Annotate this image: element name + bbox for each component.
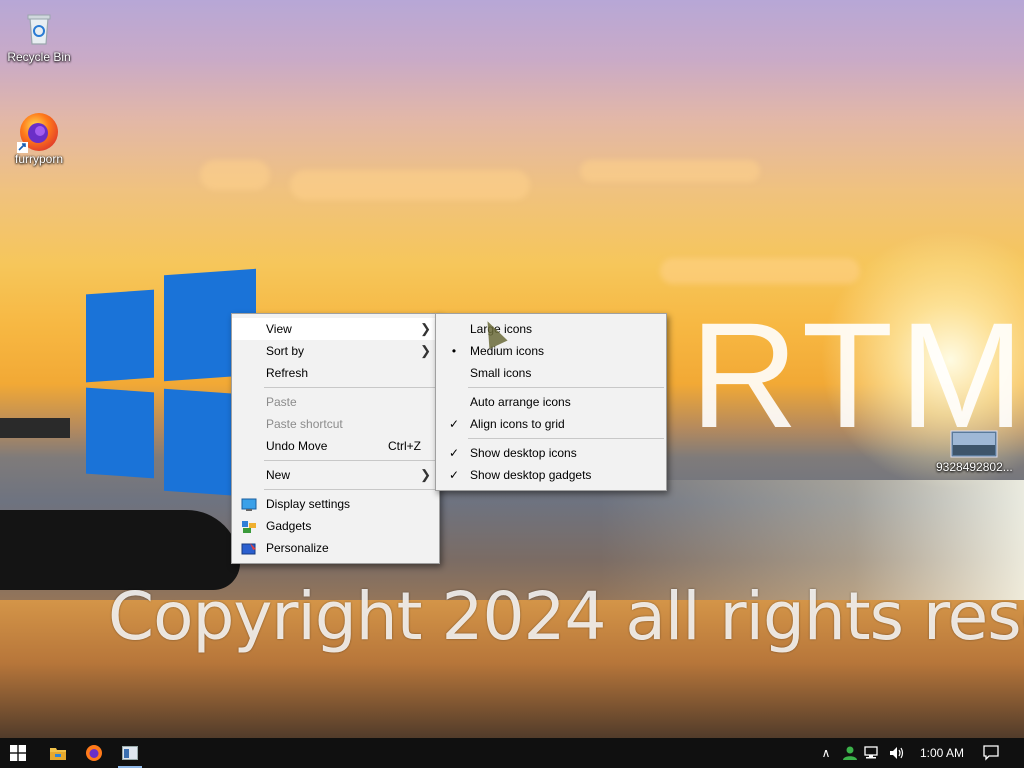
taskbar-clock[interactable]: 1:00 AM xyxy=(912,738,972,768)
taskbar-firefox[interactable] xyxy=(76,738,112,768)
menu-item-display-settings[interactable]: Display settings xyxy=(232,493,439,515)
desktop-icon-recycle-bin[interactable]: Recycle Bin xyxy=(1,8,77,64)
wallpaper-cloud xyxy=(290,170,530,200)
menu-item-refresh[interactable]: Refresh xyxy=(232,362,439,384)
desktop-icon-furryporn[interactable]: furryporn xyxy=(1,110,77,166)
submenu-item-show-desktop-gadgets[interactable]: ✓ Show desktop gadgets xyxy=(436,464,666,486)
menu-separator xyxy=(468,387,664,388)
file-explorer-icon xyxy=(50,748,66,760)
menu-item-label: Show desktop icons xyxy=(470,446,577,460)
menu-item-paste-shortcut[interactable]: Paste shortcut xyxy=(232,413,439,435)
wallpaper-cloud xyxy=(660,258,860,284)
menu-item-label: Personalize xyxy=(266,541,329,555)
menu-item-label: View xyxy=(266,322,292,336)
recycle-bin-icon xyxy=(19,8,59,48)
submenu-item-auto-arrange[interactable]: Auto arrange icons xyxy=(436,391,666,413)
submenu-item-small-icons[interactable]: Small icons xyxy=(436,362,666,384)
submenu-item-show-desktop-icons[interactable]: ✓ Show desktop icons xyxy=(436,442,666,464)
menu-item-label: Sort by xyxy=(266,344,305,358)
desktop-icon-label: 9328492802... xyxy=(936,460,1013,474)
menu-item-undo-move[interactable]: Undo Move Ctrl+Z xyxy=(232,435,439,457)
wallpaper-cloud xyxy=(200,160,270,190)
menu-item-label: Small icons xyxy=(470,366,532,380)
menu-item-label: Align icons to grid xyxy=(470,417,565,431)
action-center-button[interactable] xyxy=(978,738,1004,768)
submenu-item-medium-icons[interactable]: • Medium icons xyxy=(436,340,666,362)
wallpaper-copyright-text: Copyright 2024 all rights reserved xyxy=(108,578,1024,655)
menu-item-label: Gadgets xyxy=(266,519,312,533)
menu-item-sort-by[interactable]: Sort by ❯ xyxy=(232,340,439,362)
menu-item-label: Refresh xyxy=(266,366,309,380)
display-settings-icon xyxy=(241,497,257,511)
image-file-icon xyxy=(950,430,998,458)
menu-separator xyxy=(264,460,437,461)
app-window-icon xyxy=(122,746,138,760)
firefox-shortcut-icon xyxy=(17,110,59,153)
checkmark-icon: ✓ xyxy=(448,468,460,482)
taskbar-file-explorer[interactable] xyxy=(40,738,76,768)
chevron-right-icon: ❯ xyxy=(420,321,431,336)
menu-item-label: Paste shortcut xyxy=(266,417,343,431)
wallpaper-rock xyxy=(0,418,70,438)
desktop-icon-label: Recycle Bin xyxy=(7,50,71,64)
desktop-context-menu: View ❯ Sort by ❯ Refresh Paste Paste sho… xyxy=(231,313,440,564)
desktop-icon-image-file[interactable]: 9328492802... xyxy=(936,430,1013,474)
menu-item-label: Undo Move xyxy=(266,439,328,453)
speaker-icon xyxy=(890,747,904,759)
submenu-item-align-to-grid[interactable]: ✓ Align icons to grid xyxy=(436,413,666,435)
personalize-icon xyxy=(241,541,257,555)
view-submenu: Large icons • Medium icons Small icons A… xyxy=(435,313,667,491)
wallpaper-cloud xyxy=(580,160,760,182)
menu-item-label: New xyxy=(266,468,291,482)
tray-user[interactable] xyxy=(840,738,860,768)
chevron-right-icon: ❯ xyxy=(420,343,431,358)
menu-item-personalize[interactable]: Personalize xyxy=(232,537,439,559)
menu-item-label: Paste xyxy=(266,395,297,409)
menu-item-label: Display settings xyxy=(266,497,351,511)
submenu-item-large-icons[interactable]: Large icons xyxy=(436,318,666,340)
notification-icon xyxy=(983,745,999,761)
user-status-icon xyxy=(843,746,857,760)
menu-item-label: Show desktop gadgets xyxy=(470,468,592,482)
windows-start-icon xyxy=(10,745,26,761)
chevron-right-icon: ❯ xyxy=(420,467,431,482)
menu-item-label: Auto arrange icons xyxy=(470,395,571,409)
menu-item-view[interactable]: View ❯ xyxy=(232,318,439,340)
chevron-up-icon: ∧ xyxy=(821,746,831,760)
gadgets-icon xyxy=(241,519,257,533)
firefox-icon xyxy=(86,745,102,761)
menu-item-label: Medium icons xyxy=(470,344,545,358)
menu-separator xyxy=(264,387,437,388)
menu-separator xyxy=(264,489,437,490)
menu-separator xyxy=(468,438,664,439)
taskbar-app-window[interactable] xyxy=(112,738,148,768)
wallpaper-rtm-text: RTM xyxy=(690,291,1024,459)
checkmark-icon: ✓ xyxy=(448,446,460,460)
menu-item-gadgets[interactable]: Gadgets xyxy=(232,515,439,537)
start-button[interactable] xyxy=(0,738,36,768)
tray-network[interactable] xyxy=(862,738,884,768)
tray-volume[interactable] xyxy=(886,738,908,768)
menu-item-shortcut: Ctrl+Z xyxy=(388,439,421,453)
menu-item-new[interactable]: New ❯ xyxy=(232,464,439,486)
taskbar: ∧ 1:00 AM xyxy=(0,738,1024,768)
radio-dot-icon: • xyxy=(451,344,457,358)
network-icon xyxy=(864,746,878,759)
checkmark-icon: ✓ xyxy=(448,417,460,431)
tray-overflow-chevron[interactable]: ∧ xyxy=(816,738,836,768)
menu-item-paste[interactable]: Paste xyxy=(232,391,439,413)
